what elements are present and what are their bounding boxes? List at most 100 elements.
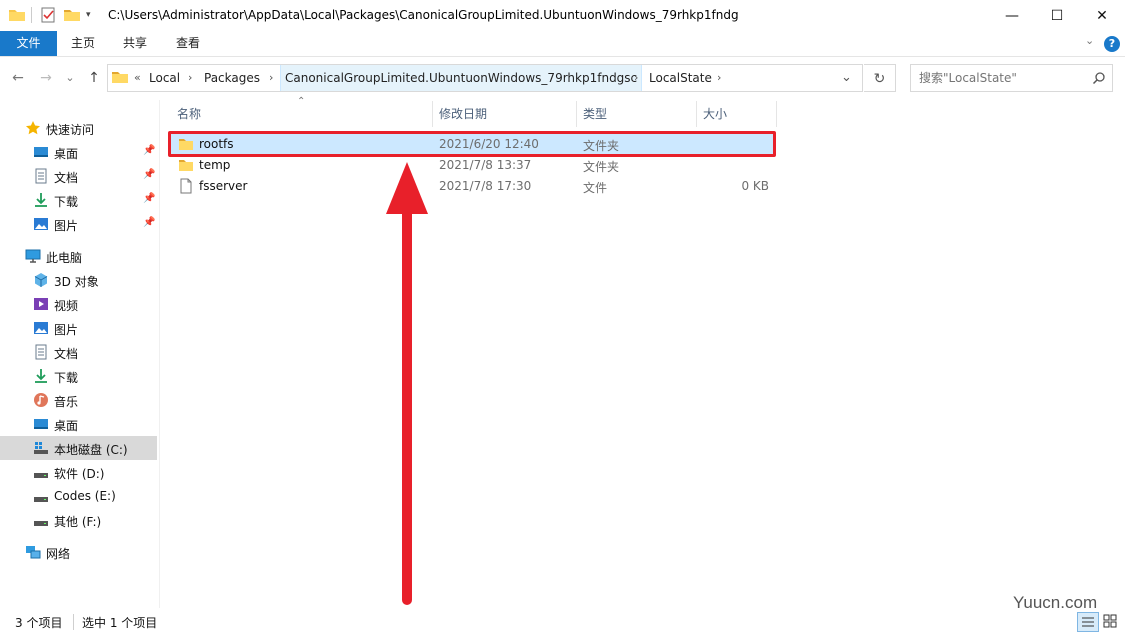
close-button[interactable]: ✕: [1079, 0, 1125, 31]
sidebar-item-pictures[interactable]: 图片 📌: [0, 212, 157, 236]
pin-icon[interactable]: 📌: [143, 193, 155, 204]
sidebar-item-label: 桌面: [54, 147, 79, 161]
new-folder-icon[interactable]: [63, 6, 81, 24]
sidebar-item-label: 软件 (D:): [54, 467, 105, 481]
sidebar-item-label: 此电脑: [46, 251, 83, 265]
properties-icon[interactable]: [40, 6, 56, 24]
column-header-type[interactable]: 类型: [576, 103, 696, 125]
folder-icon: [111, 69, 129, 88]
breadcrumb-local[interactable]: Local: [149, 65, 180, 91]
navigation-pane: 快速访问 桌面 📌 文档 📌 下载 📌 图片 📌 此电脑 3D 对象 视频 图片…: [0, 108, 160, 608]
address-bar[interactable]: « Local › Packages › CanonicalGroupLimit…: [107, 64, 863, 92]
breadcrumb-separator-icon[interactable]: ›: [717, 65, 721, 91]
sidebar-item-label: 文档: [54, 171, 79, 185]
expand-ribbon-chevron-icon[interactable]: ⌄: [1085, 34, 1094, 47]
sidebar-item-pictures[interactable]: 图片: [0, 316, 157, 340]
highlight-box-annotation: [168, 131, 776, 157]
sidebar-item-label: 其他 (F:): [54, 515, 102, 529]
status-selection: 选中 1 个项目: [82, 616, 158, 630]
file-type: 文件: [583, 181, 608, 195]
address-dropdown-button[interactable]: ⌄: [841, 65, 852, 91]
up-button[interactable]: ↑: [84, 66, 104, 90]
pin-icon[interactable]: 📌: [143, 217, 155, 228]
sidebar-item-drive-f[interactable]: 其他 (F:): [0, 508, 157, 532]
column-header-size[interactable]: 大小: [696, 103, 776, 125]
document-icon: [35, 168, 47, 184]
sidebar-item-desktop[interactable]: 桌面: [0, 412, 157, 436]
tab-home[interactable]: 主页: [62, 31, 104, 56]
breadcrumb-canonical[interactable]: CanonicalGroupLimited.UbuntuonWindows_79…: [280, 65, 643, 91]
forward-button[interactable]: →: [36, 66, 56, 90]
desktop-icon: [34, 419, 48, 429]
windows-drive-icon: [34, 442, 48, 454]
window-title: C:\Users\Administrator\AppData\Local\Pac…: [108, 8, 739, 22]
sidebar-item-label: 网络: [46, 547, 71, 561]
column-header-modified[interactable]: 修改日期: [432, 103, 576, 125]
tab-share[interactable]: 共享: [114, 31, 156, 56]
watermark: Yuucn.com: [1013, 593, 1098, 612]
column-header-name[interactable]: 名称: [170, 103, 432, 125]
breadcrumb-separator-icon[interactable]: ›: [269, 65, 273, 91]
sidebar-item-drive-d[interactable]: 软件 (D:): [0, 460, 157, 484]
file-name: fsserver: [199, 179, 248, 193]
search-input[interactable]: [919, 65, 1089, 91]
sidebar-item-music[interactable]: 音乐: [0, 388, 157, 412]
tab-view[interactable]: 查看: [167, 31, 209, 56]
sidebar-item-quick-access[interactable]: 快速访问: [0, 116, 157, 140]
drive-icon: [34, 497, 48, 502]
sidebar-item-this-pc[interactable]: 此电脑: [0, 244, 157, 268]
status-item-count: 3 个项目: [15, 616, 63, 630]
pictures-icon: [34, 218, 48, 230]
app-folder-icon[interactable]: [8, 6, 26, 24]
tab-file[interactable]: 文件: [0, 31, 57, 56]
file-row-temp[interactable]: temp 2021/7/8 13:37 文件夹: [170, 155, 773, 176]
column-divider[interactable]: [776, 101, 777, 127]
breadcrumb-packages[interactable]: Packages: [204, 65, 260, 91]
sidebar-item-downloads[interactable]: 下载: [0, 364, 157, 388]
sidebar-item-downloads[interactable]: 下载 📌: [0, 188, 157, 212]
sidebar-item-network[interactable]: 网络: [0, 540, 157, 564]
search-icon[interactable]: [1092, 71, 1106, 85]
breadcrumb-localstate[interactable]: LocalState: [649, 65, 712, 91]
search-box[interactable]: [910, 64, 1113, 92]
recent-locations-button[interactable]: ⌄: [62, 66, 78, 90]
computer-icon: [25, 249, 41, 263]
breadcrumb-separator-icon[interactable]: ›: [634, 65, 638, 91]
sidebar-item-label: 下载: [54, 195, 79, 209]
file-row-fsserver[interactable]: fsserver 2021/7/8 17:30 文件 0 KB: [170, 176, 773, 197]
minimize-button[interactable]: —: [989, 0, 1035, 31]
sidebar-item-documents[interactable]: 文档 📌: [0, 164, 157, 188]
customize-toolbar-chevron-icon[interactable]: ▾: [86, 6, 91, 24]
pane-divider[interactable]: [159, 100, 160, 608]
help-button[interactable]: ?: [1104, 36, 1120, 52]
sidebar-item-videos[interactable]: 视频: [0, 292, 157, 316]
file-size: 0 KB: [741, 179, 769, 193]
document-icon: [35, 344, 47, 360]
drive-icon: [34, 521, 48, 526]
sidebar-item-label: 本地磁盘 (C:): [54, 443, 128, 457]
sidebar-item-local-disk-c[interactable]: 本地磁盘 (C:): [0, 436, 157, 460]
red-arrow-annotation: [386, 162, 428, 605]
3d-objects-icon: [34, 273, 48, 287]
sidebar-item-desktop[interactable]: 桌面 📌: [0, 140, 157, 164]
sidebar-item-label: 视频: [54, 299, 79, 313]
sidebar-item-3d-objects[interactable]: 3D 对象: [0, 268, 157, 292]
back-button[interactable]: ←: [8, 66, 28, 90]
breadcrumb-overflow[interactable]: «: [134, 65, 141, 91]
status-divider: [73, 614, 74, 630]
sidebar-item-documents[interactable]: 文档: [0, 340, 157, 364]
file-name: temp: [199, 158, 231, 172]
sidebar-item-label: 桌面: [54, 419, 79, 433]
pin-icon[interactable]: 📌: [143, 169, 155, 180]
desktop-icon: [34, 147, 48, 157]
refresh-button[interactable]: ↻: [864, 64, 896, 92]
maximize-button[interactable]: ☐: [1034, 0, 1080, 31]
details-view-button[interactable]: [1077, 612, 1099, 632]
sidebar-item-drive-e[interactable]: Codes (E:): [0, 484, 157, 508]
pictures-icon: [34, 322, 48, 334]
file-modified: 2021/7/8 13:37: [439, 158, 532, 172]
sidebar-item-label: 图片: [54, 219, 79, 233]
breadcrumb-separator-icon[interactable]: ›: [188, 65, 192, 91]
pin-icon[interactable]: 📌: [143, 145, 155, 156]
large-icons-view-button[interactable]: [1100, 612, 1122, 632]
